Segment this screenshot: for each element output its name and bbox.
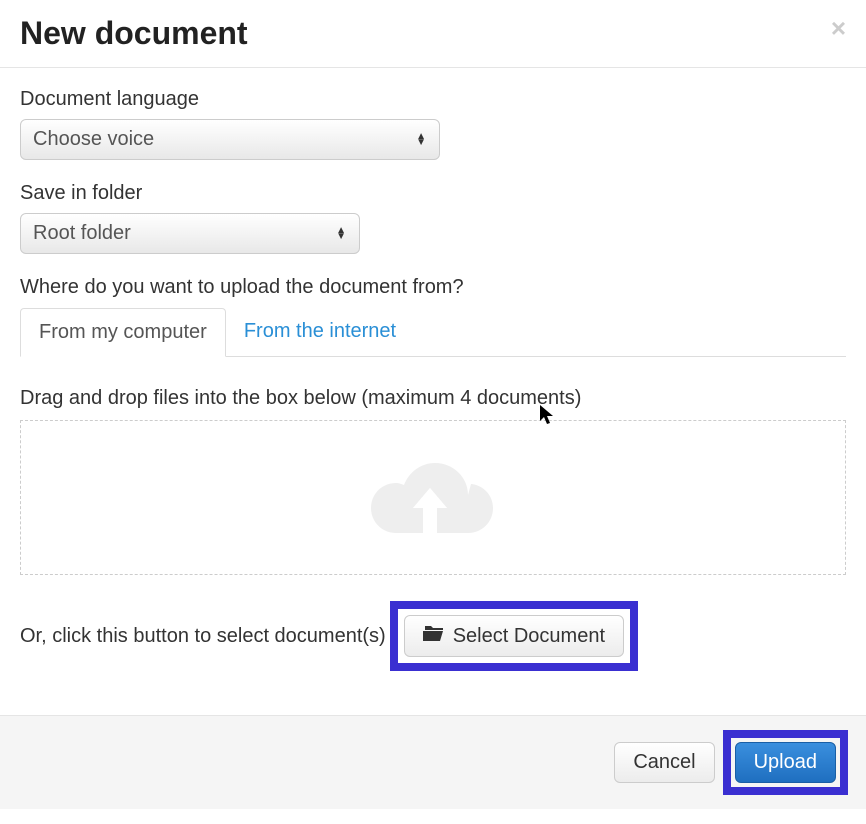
modal-title: New document <box>20 15 248 52</box>
folder-select[interactable]: Root folder <box>20 213 360 254</box>
modal-header: New document × <box>0 0 866 68</box>
modal-footer: Cancel Upload <box>0 715 866 809</box>
upload-button[interactable]: Upload <box>735 742 836 783</box>
folder-label: Save in folder <box>20 182 846 205</box>
select-document-button[interactable]: Select Document <box>404 615 624 657</box>
select-document-button-label: Select Document <box>453 625 605 648</box>
select-document-row: Or, click this button to select document… <box>20 601 846 671</box>
language-group: Document language Choose voice ▲▼ <box>20 88 846 160</box>
cancel-button[interactable]: Cancel <box>614 742 714 783</box>
modal-body: Document language Choose voice ▲▼ Save i… <box>0 68 866 691</box>
language-select-wrap: Choose voice ▲▼ <box>20 119 440 160</box>
upload-source-group: Where do you want to upload the document… <box>20 276 846 357</box>
folder-open-icon <box>423 624 445 648</box>
new-document-modal: New document × Document language Choose … <box>0 0 866 809</box>
folder-select-wrap: Root folder ▲▼ <box>20 213 360 254</box>
dropzone[interactable] <box>20 420 846 575</box>
tab-from-internet[interactable]: From the internet <box>226 308 414 357</box>
close-icon[interactable]: × <box>831 15 846 41</box>
upload-button-highlight: Upload <box>723 730 848 795</box>
select-document-highlight: Select Document <box>390 601 638 671</box>
language-label: Document language <box>20 88 846 111</box>
tab-from-computer[interactable]: From my computer <box>20 308 226 357</box>
upload-source-tabs: From my computer From the internet <box>20 307 846 357</box>
upload-source-label: Where do you want to upload the document… <box>20 276 846 299</box>
folder-group: Save in folder Root folder ▲▼ <box>20 182 846 254</box>
cloud-upload-icon <box>368 453 498 543</box>
dropzone-label: Drag and drop files into the box below (… <box>20 387 846 410</box>
select-document-prompt: Or, click this button to select document… <box>20 625 386 648</box>
language-select[interactable]: Choose voice <box>20 119 440 160</box>
